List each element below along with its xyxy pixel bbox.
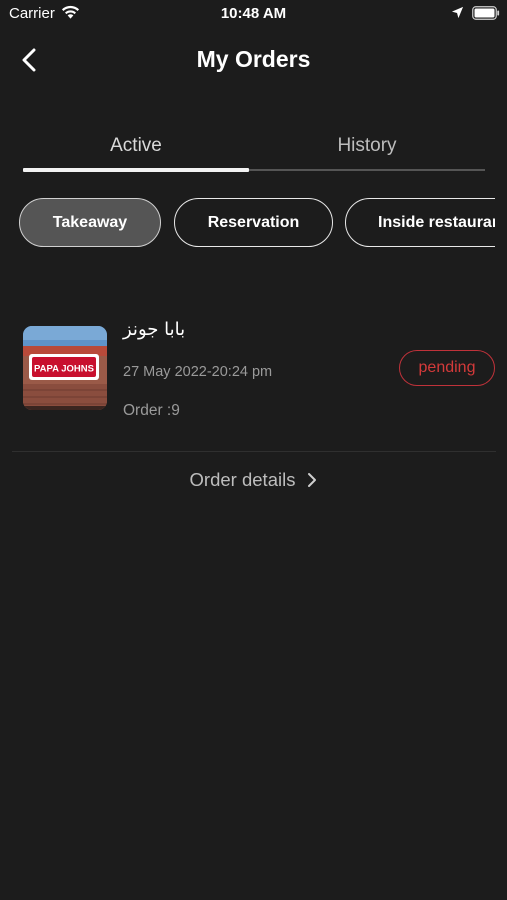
order-number: Order :9: [123, 402, 180, 419]
page-title: My Orders: [196, 46, 311, 72]
status-badge: pending: [399, 350, 495, 386]
order-datetime: 27 May 2022-20:24 pm: [123, 364, 273, 380]
order-details-label: Order details: [189, 469, 296, 490]
location-arrow-icon: [451, 6, 464, 19]
chip-reservation[interactable]: Reservation: [174, 198, 333, 247]
status-time: 10:48 AM: [220, 5, 287, 22]
order-details-link[interactable]: Order details: [0, 465, 507, 495]
chip-takeaway[interactable]: Takeaway: [19, 198, 161, 247]
my-orders-screen: Carrier 10:48 AM My Orders Active Histor…: [0, 0, 507, 900]
chip-inside-restaurant[interactable]: Inside restaurant: [345, 198, 495, 247]
tab-history[interactable]: History: [249, 128, 485, 164]
restaurant-name: بابا جونز: [123, 319, 186, 340]
sign-text: PAPA JOHNS: [34, 364, 94, 375]
restaurant-image: PAPA JOHNS: [23, 326, 107, 410]
tab-indicator: [23, 168, 249, 172]
status-bar: Carrier 10:48 AM: [0, 0, 507, 28]
restaurant-photo: PAPA JOHNS: [23, 326, 107, 410]
battery-icon: [472, 6, 500, 20]
orders-tabs: Active History: [23, 128, 485, 173]
order-card[interactable]: PAPA JOHNS بابا جونز 27 May 2022-20:24 p…: [12, 305, 496, 451]
chevron-right-icon: [308, 473, 317, 487]
order-type-chips: Takeaway Reservation Inside restaurant: [19, 198, 495, 248]
tab-active[interactable]: Active: [23, 128, 249, 164]
divider: [12, 451, 496, 452]
